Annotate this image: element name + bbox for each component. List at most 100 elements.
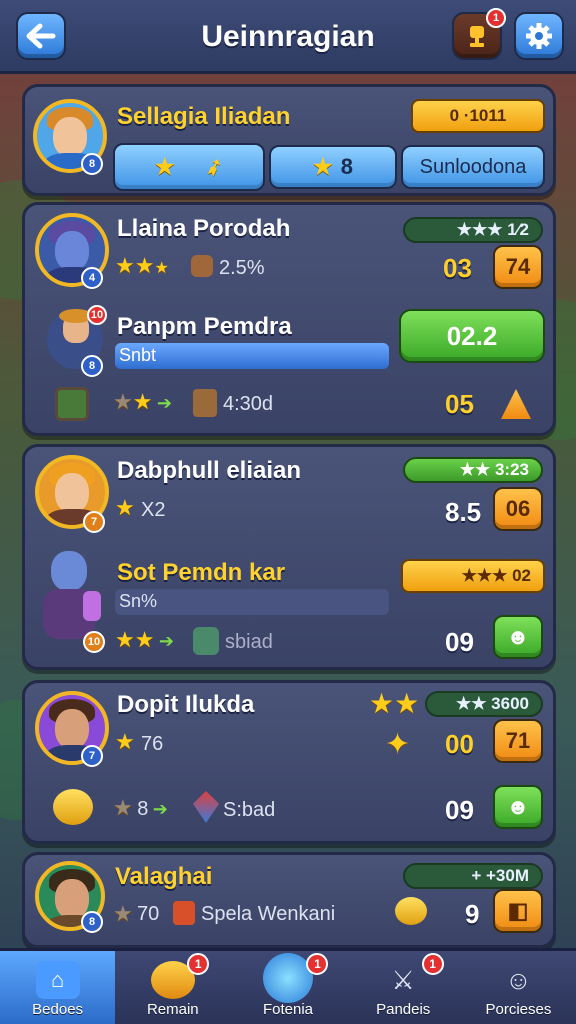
rating-pill: ★★ 3:23 — [403, 457, 543, 483]
rating-stars: ★ 8 ➔ — [113, 795, 168, 820]
rating-stars: ★★ — [369, 688, 420, 719]
level-badge: 8 — [81, 911, 103, 933]
nav-item-pandeis[interactable]: ⚔ 1 Pandeis — [346, 951, 461, 1024]
top-bar: Ueinnragian 1 — [0, 0, 576, 74]
level-badge: 10 — [83, 631, 105, 653]
trophy-icon — [470, 26, 484, 47]
level-badge: 8 — [81, 153, 103, 175]
action-button[interactable]: 71 — [493, 719, 543, 763]
score-value: 09 — [445, 627, 474, 657]
item-icon — [55, 387, 89, 421]
score-value: 8.5 — [445, 497, 482, 527]
tab-sunloodona[interactable]: Sunloodona — [401, 145, 545, 189]
level-badge: 7 — [83, 511, 105, 533]
rating-stars: ★★ ➔ — [115, 627, 175, 652]
action-button[interactable]: ◧ — [493, 889, 543, 933]
player-name: Valaghai — [115, 863, 213, 890]
action-button[interactable]: 74 — [493, 245, 543, 289]
rating-stars: ★★★ — [115, 253, 169, 278]
stat-text: 8 — [137, 798, 149, 820]
notification-badge: 1 — [306, 953, 329, 975]
settings-button[interactable] — [514, 12, 564, 60]
face-icon: ☻ — [506, 794, 530, 819]
player-card: 7 Dabphull eliaian ★ X2 ★★ 3:23 8.5 06 1… — [22, 444, 556, 670]
item-icon — [193, 627, 219, 655]
claim-button[interactable]: 02.2 — [399, 309, 545, 363]
notification-badge: 1 — [486, 8, 506, 28]
action-button[interactable]: ☻ — [493, 785, 543, 829]
player-name: Llaina Porodah — [117, 215, 291, 242]
stars-tab[interactable]: ★ ➶ — [113, 143, 265, 191]
rating-stars: ★ — [115, 729, 135, 754]
stat-text: 70 — [137, 903, 160, 925]
player-name: Sellagia Iliadan — [117, 103, 291, 130]
sword-icon: ⚔ — [391, 964, 415, 995]
rating-pill: ★★★ 1⁄2 — [403, 217, 543, 243]
star-icon: ★ — [313, 154, 333, 179]
player-card: 8 Valaghai ★ 70 Spela Wenkani + +30M 9 ◧ — [22, 852, 556, 948]
friends-icon: ☺ — [505, 964, 532, 995]
profile-panel: 8 Sellagia Iliadan 0 ·1011 ★ ➶ ★ 8 Sunlo… — [22, 84, 556, 196]
nav-item-porcieses[interactable]: ☺ Porcieses — [461, 951, 576, 1024]
score-pill: 0 ·1011 — [411, 99, 545, 133]
player-name: Panpm Pemdra — [117, 313, 292, 340]
back-button[interactable] — [16, 12, 66, 60]
stat-text: sbiad — [225, 631, 273, 653]
level-tab[interactable]: ★ 8 — [269, 145, 397, 189]
score-value: 9 — [465, 899, 480, 929]
face-icon: ☻ — [506, 624, 530, 649]
nav-item-bedoes[interactable]: ⌂ Bedoes — [0, 951, 116, 1024]
level-badge: 8 — [81, 355, 103, 377]
trophy-button[interactable]: 1 — [452, 8, 506, 60]
wing-icon: ➶ — [200, 151, 227, 182]
upgrade-icon: ◧ — [507, 898, 529, 923]
notification-badge: 1 — [187, 953, 210, 975]
level-badge: 4 — [81, 267, 103, 289]
nav-item-fotenia[interactable]: 1 Fotenia — [230, 951, 345, 1024]
arrow-icon: ➔ — [156, 393, 173, 413]
bottom-nav: ⌂ Bedoes 1 Remain 1 Fotenia ⚔ 1 Pandeis … — [0, 948, 576, 1024]
score-value: 03 — [443, 253, 472, 283]
coin-icon — [395, 897, 427, 925]
coin-icon — [53, 789, 93, 825]
notification-badge: 10 — [87, 305, 107, 325]
star-icon: ★ — [154, 154, 175, 179]
shield-icon — [173, 901, 195, 925]
progress-bar — [115, 343, 389, 369]
action-button[interactable]: 06 — [493, 487, 543, 531]
arrow-icon: ➔ — [158, 631, 175, 651]
page-title: Ueinnragian — [201, 20, 375, 53]
progress-label: Sn% — [119, 591, 158, 611]
rating-stars: ★★ ➔ — [113, 389, 173, 414]
arrow-icon: ➔ — [152, 799, 168, 819]
progress-label: Snbt — [119, 345, 157, 365]
stat-label: Spela Wenkani — [201, 903, 336, 925]
player-name: Sot Pemdn kar — [117, 559, 286, 586]
item-icon — [193, 389, 217, 417]
nav-item-remain[interactable]: 1 Remain — [115, 951, 230, 1024]
rating-pill: + +30M — [403, 863, 543, 889]
player-card: 4 Llaina Porodah ★★★ 2.5% ★★★ 1⁄2 03 74 … — [22, 202, 556, 436]
item-icon — [191, 255, 213, 277]
action-button[interactable]: ☻ — [493, 615, 543, 659]
upgrade-icon[interactable] — [501, 389, 531, 419]
score-value: 09 — [445, 795, 474, 825]
rating-pill: ★★ 3600 — [425, 691, 543, 717]
player-name: Dopit Ilukda — [117, 691, 255, 718]
bonus-icon: ✦ — [385, 728, 411, 761]
score-value: 00 — [445, 729, 474, 759]
stat-text: 2.5% — [219, 257, 265, 279]
player-name: Dabphull eliaian — [117, 457, 302, 484]
rating-stars: ★ — [113, 901, 133, 926]
stat-text: S:bad — [223, 799, 276, 821]
stat-text: 4:30d — [223, 393, 274, 415]
gear-icon — [526, 23, 552, 49]
tab-value: 8 — [340, 154, 353, 179]
score-value: 05 — [445, 389, 474, 419]
notification-badge: 1 — [421, 953, 444, 975]
player-card: 7 Dopit Ilukda ★ 76 ★★ ★★ 3600 ✦ 00 71 ★… — [22, 680, 556, 844]
rating-stars: ★ — [115, 495, 135, 520]
rating-pill: ★★★ 02 — [401, 559, 545, 593]
level-badge: 7 — [81, 745, 103, 767]
stat-text: 76 — [141, 733, 164, 755]
